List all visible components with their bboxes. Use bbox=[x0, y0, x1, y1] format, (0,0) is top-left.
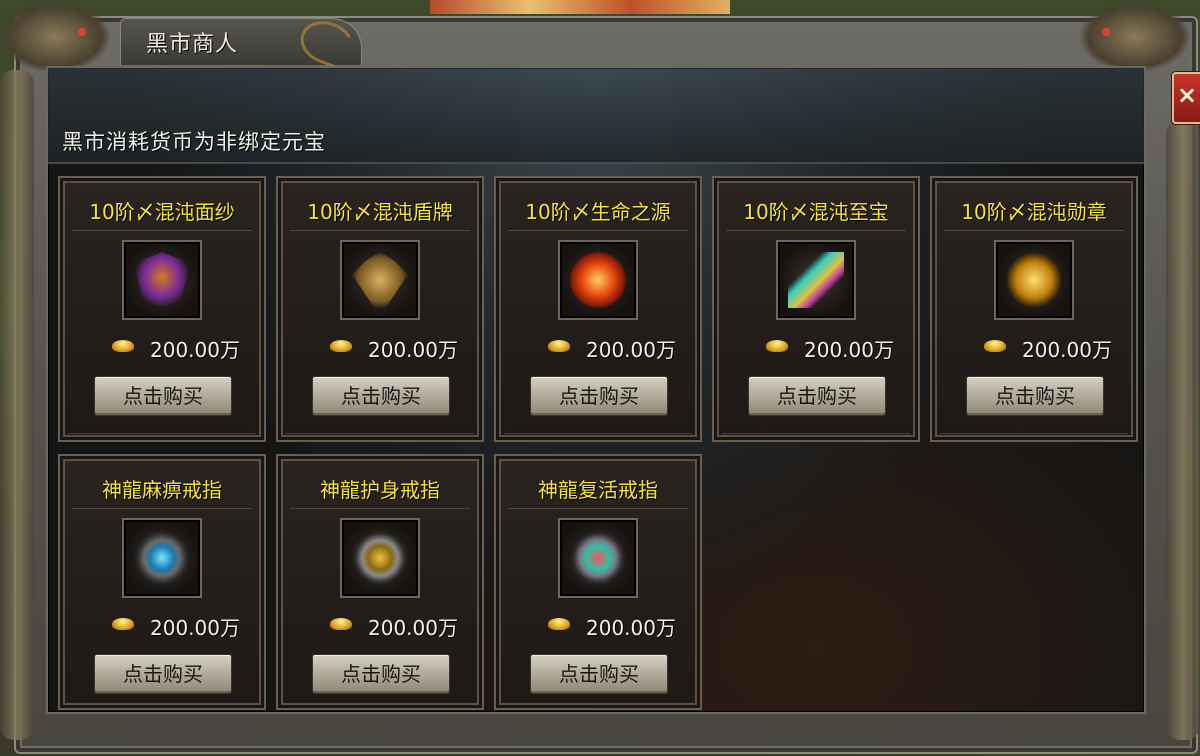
item-price: 200.00万 bbox=[586, 616, 676, 640]
shop-item-card: 10阶〆混沌盾牌 200.00万 点击购买 bbox=[276, 176, 484, 442]
medal-icon bbox=[1006, 252, 1062, 308]
mask-icon bbox=[134, 252, 190, 308]
world-scenery bbox=[430, 0, 730, 14]
close-icon: × bbox=[1177, 81, 1198, 109]
gold-ingot-icon bbox=[766, 340, 788, 352]
red-ring-icon bbox=[570, 530, 626, 586]
item-slot[interactable] bbox=[558, 240, 638, 320]
buy-button[interactable]: 点击购买 bbox=[312, 654, 450, 694]
gold-ingot-icon bbox=[112, 340, 134, 352]
buy-button[interactable]: 点击购买 bbox=[94, 376, 232, 416]
shop-item-card: 10阶〆生命之源 200.00万 点击购买 bbox=[494, 176, 702, 442]
item-name: 神龍麻痹戒指 bbox=[102, 478, 222, 502]
item-price: 200.00万 bbox=[368, 616, 458, 640]
shop-item-card: 神龍护身戒指 200.00万 点击购买 bbox=[276, 454, 484, 710]
gold-ingot-icon bbox=[330, 618, 352, 630]
left-pillar-ornament bbox=[0, 70, 34, 740]
right-pillar-ornament bbox=[1166, 120, 1200, 740]
item-name: 10阶〆混沌勋章 bbox=[961, 200, 1107, 224]
gold-ingot-icon bbox=[548, 618, 570, 630]
item-slot[interactable] bbox=[340, 240, 420, 320]
dragon-ornament-icon bbox=[1080, 2, 1190, 72]
window-title: 黑市商人 bbox=[146, 32, 239, 57]
item-name: 10阶〆生命之源 bbox=[525, 200, 671, 224]
gold-ingot-icon bbox=[548, 340, 570, 352]
dragon-ornament-icon bbox=[0, 2, 110, 72]
gold-ingot-icon bbox=[330, 340, 352, 352]
item-slot[interactable] bbox=[776, 240, 856, 320]
currency-notice: 黑市消耗货币为非绑定元宝 bbox=[62, 130, 326, 154]
item-slot[interactable] bbox=[994, 240, 1074, 320]
buy-button[interactable]: 点击购买 bbox=[312, 376, 450, 416]
item-slot[interactable] bbox=[122, 518, 202, 598]
item-price: 200.00万 bbox=[804, 338, 894, 362]
buy-button[interactable]: 点击购买 bbox=[530, 376, 668, 416]
shop-item-card: 10阶〆混沌勋章 200.00万 点击购买 bbox=[930, 176, 1138, 442]
shield-icon bbox=[352, 252, 408, 308]
item-name: 神龍护身戒指 bbox=[320, 478, 440, 502]
buy-button[interactable]: 点击购买 bbox=[94, 654, 232, 694]
buy-button[interactable]: 点击购买 bbox=[748, 376, 886, 416]
item-slot[interactable] bbox=[340, 518, 420, 598]
item-name: 10阶〆混沌盾牌 bbox=[307, 200, 453, 224]
fire-orb-icon bbox=[570, 252, 626, 308]
item-name: 10阶〆混沌面纱 bbox=[89, 200, 235, 224]
item-name: 神龍复活戒指 bbox=[538, 478, 658, 502]
item-slot[interactable] bbox=[558, 518, 638, 598]
item-price: 200.00万 bbox=[1022, 338, 1112, 362]
item-slot[interactable] bbox=[122, 240, 202, 320]
shop-item-card: 10阶〆混沌面纱 200.00万 点击购买 bbox=[58, 176, 266, 442]
blue-ring-icon bbox=[134, 530, 190, 586]
dagger-icon bbox=[788, 252, 844, 308]
buy-button[interactable]: 点击购买 bbox=[530, 654, 668, 694]
gold-ingot-icon bbox=[984, 340, 1006, 352]
item-price: 200.00万 bbox=[586, 338, 676, 362]
shop-item-card: 神龍复活戒指 200.00万 点击购买 bbox=[494, 454, 702, 710]
item-price: 200.00万 bbox=[368, 338, 458, 362]
item-name: 10阶〆混沌至宝 bbox=[743, 200, 889, 224]
shop-item-card: 神龍麻痹戒指 200.00万 点击购买 bbox=[58, 454, 266, 710]
buy-button[interactable]: 点击购买 bbox=[966, 376, 1104, 416]
item-price: 200.00万 bbox=[150, 616, 240, 640]
gold-ring-icon bbox=[352, 530, 408, 586]
gold-ingot-icon bbox=[112, 618, 134, 630]
item-price: 200.00万 bbox=[150, 338, 240, 362]
shop-item-card: 10阶〆混沌至宝 200.00万 点击购买 bbox=[712, 176, 920, 442]
close-button[interactable]: × bbox=[1172, 72, 1200, 124]
